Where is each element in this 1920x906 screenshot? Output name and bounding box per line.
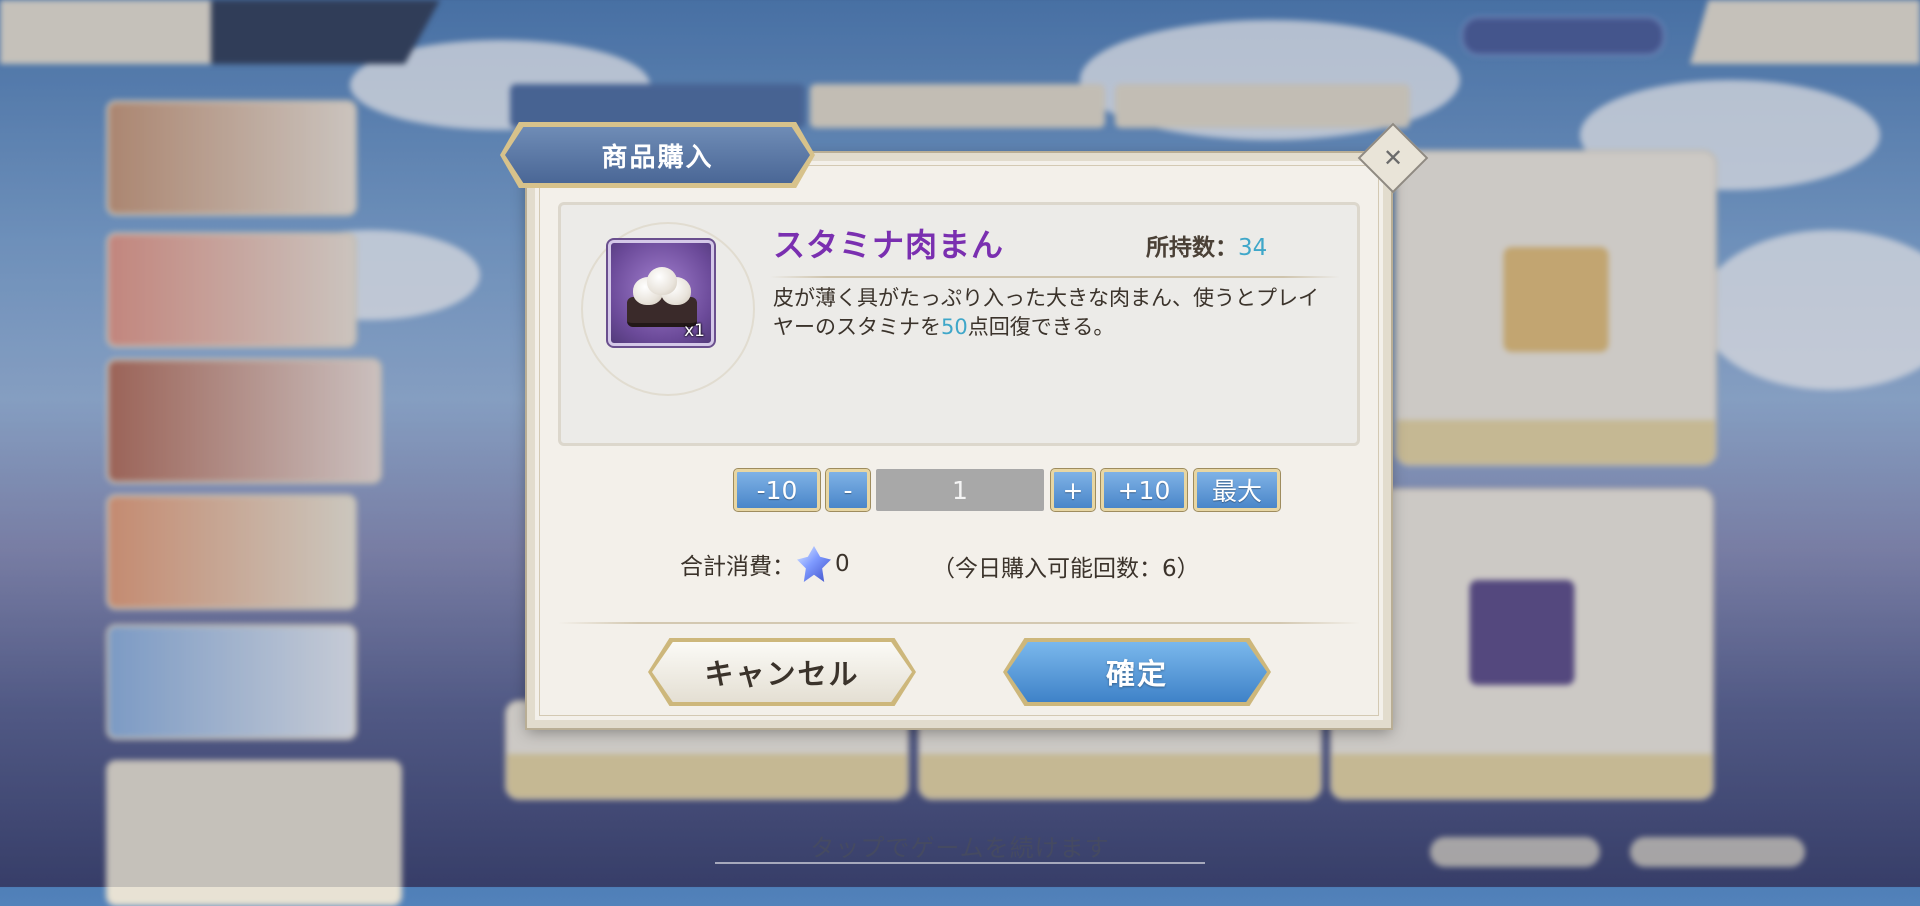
cancel-button[interactable]: キャンセル [648,638,916,706]
confirm-button-label: 確定 [1007,642,1267,702]
total-value: 0 [835,551,850,577]
close-button[interactable]: ✕ [1357,122,1429,194]
item-name: スタミナ肉まん [773,226,1005,264]
plus-1-button[interactable]: + [1050,468,1096,512]
owned-value: 34 [1238,235,1268,261]
crystal-icon [797,546,831,582]
action-divider [558,622,1360,624]
dialog-title: 商品購入 [601,142,714,173]
name-divider [770,276,1340,278]
item-quantity-badge: x1 [684,321,705,341]
hint-divider [715,862,1205,864]
cancel-button-label: キャンセル [652,642,912,702]
item-description: 皮が薄く具がたっぷり入った大きな肉まん、使うとプレイヤーのスタミナを50点回復で… [773,284,1333,342]
owned-label: 所持数： [1146,235,1238,261]
minus-1-button[interactable]: - [825,468,871,512]
quantity-input[interactable] [876,469,1044,511]
description-text-end: 点回復できる。 [967,315,1115,339]
description-highlight: 50 [941,315,968,339]
confirm-button[interactable]: 確定 [1003,638,1271,706]
close-star-icon: ✕ [1357,122,1429,194]
daily-purchase-limit: （今日購入可能回数：6） [932,556,1200,582]
minus-10-button[interactable]: -10 [733,468,821,512]
max-button[interactable]: 最大 [1193,468,1281,512]
total-cost: 合計消費： 0 [680,546,850,582]
continue-hint: タップでゲームを続けます [810,834,1110,862]
total-label: 合計消費： [680,554,795,580]
dialog-title-tab: 商品購入 [505,127,810,183]
meat-bun-icon: x1 [606,238,716,348]
plus-10-button[interactable]: +10 [1100,468,1188,512]
owned-count: 所持数：34 [1146,228,1267,262]
